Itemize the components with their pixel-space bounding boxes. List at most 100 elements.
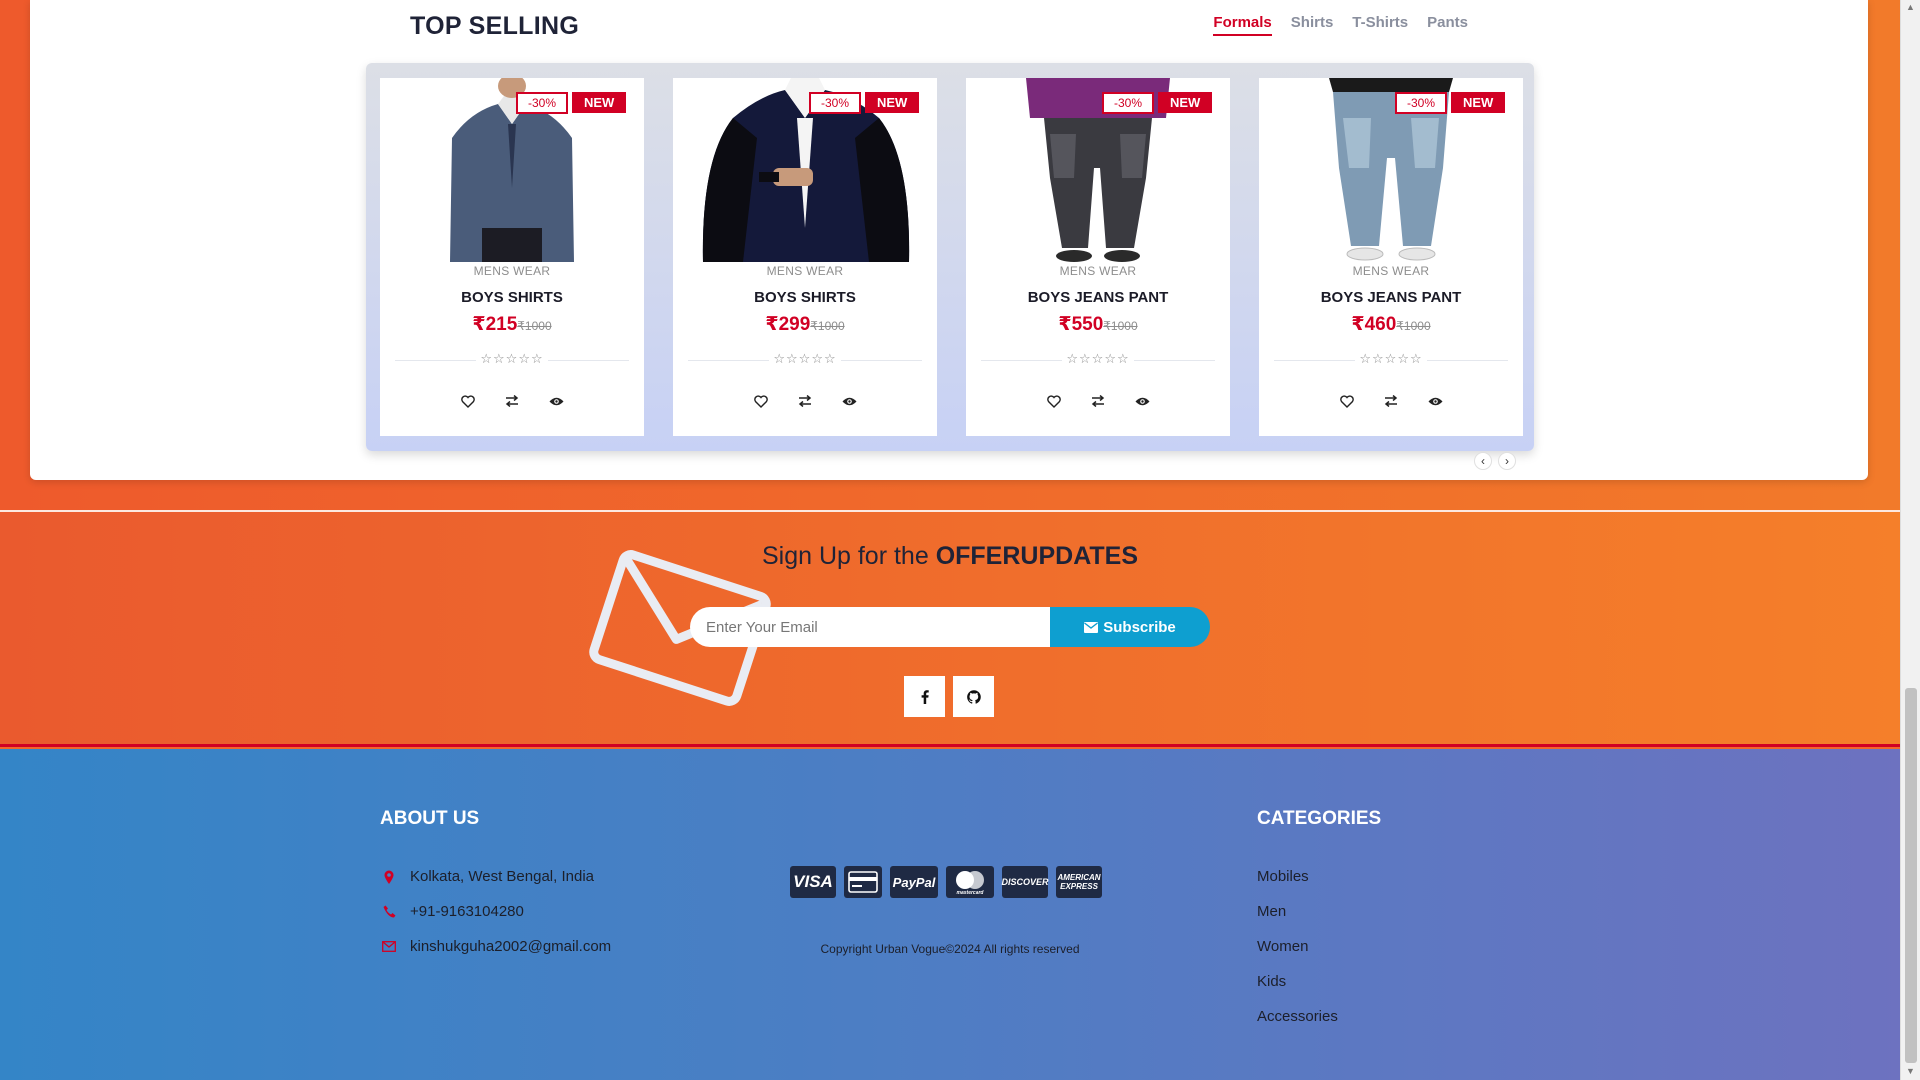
current-price: ₹299	[765, 314, 811, 335]
category-link-women[interactable]: Women	[1257, 929, 1338, 964]
product-image[interactable]: -30% NEW	[380, 78, 644, 262]
product-name[interactable]: BOYS JEANS PANT	[966, 289, 1230, 306]
product-category: MENS WEAR	[1352, 264, 1430, 278]
quick-view-eye-icon[interactable]	[1133, 392, 1151, 410]
american-express-icon: AMERICAN EXPRESS	[1056, 866, 1102, 898]
phone-icon	[380, 905, 398, 918]
new-badge: NEW	[865, 92, 920, 113]
svg-text:mastercard: mastercard	[957, 890, 985, 896]
product-price: ₹460₹1000	[1259, 313, 1523, 336]
new-badge: NEW	[1451, 92, 1506, 113]
site-footer: ABOUT US Kolkata, West Bengal, India +91…	[0, 749, 1900, 1080]
social-links	[904, 676, 994, 717]
product-name[interactable]: BOYS JEANS PANT	[1259, 289, 1523, 306]
product-price: ₹215₹1000	[380, 313, 644, 336]
paypal-icon: PayPal	[890, 866, 938, 898]
old-price: ₹1000	[810, 319, 845, 333]
product-actions	[673, 392, 937, 410]
email-input[interactable]	[690, 607, 1050, 647]
product-category: MENS WEAR	[1059, 264, 1137, 278]
old-price: ₹1000	[1103, 319, 1138, 333]
tab-pants[interactable]: Pants	[1427, 14, 1468, 36]
category-link-kids[interactable]: Kids	[1257, 964, 1338, 999]
contact-email[interactable]: kinshukguha2002@gmail.com	[380, 929, 611, 964]
product-actions	[1259, 392, 1523, 410]
facebook-icon[interactable]	[904, 676, 945, 717]
carousel-prev-button[interactable]: ‹	[1474, 452, 1492, 470]
tab-t-shirts[interactable]: T-Shirts	[1352, 14, 1408, 36]
product-card[interactable]: -30% NEW MENS WEAR BOYS JEANS PANT ₹550₹…	[966, 78, 1230, 436]
product-card[interactable]: -30% NEW MENS WEAR BOYS SHIRTS ₹299₹1000…	[673, 78, 937, 436]
category-link-accessories[interactable]: Accessories	[1257, 999, 1338, 1034]
newsletter-form: Subscribe	[690, 607, 1210, 647]
product-card[interactable]: -30% NEW MENS WEAR BOYS JEANS PANT ₹460₹…	[1259, 78, 1523, 436]
discount-badge: -30%	[809, 92, 862, 114]
wishlist-heart-icon[interactable]	[752, 392, 770, 410]
copyright-text: Copyright Urban Vogue©2024 All rights re…	[820, 942, 1080, 956]
quick-view-eye-icon[interactable]	[547, 392, 565, 410]
product-actions	[966, 392, 1230, 410]
product-name[interactable]: BOYS SHIRTS	[673, 289, 937, 306]
new-badge: NEW	[1158, 92, 1213, 113]
rating-stars: ☆☆☆☆☆	[673, 351, 937, 367]
contact-address: Kolkata, West Bengal, India	[380, 859, 611, 894]
newsletter-title: Sign Up for the OFFERUPDATES	[761, 542, 1139, 570]
discover-icon: DISCOVER	[1002, 866, 1049, 898]
envelope-small-icon	[1084, 621, 1099, 633]
page-scrollbar[interactable]: ▲ ▼	[1900, 0, 1920, 1080]
product-carousel: -30% NEW MENS WEAR BOYS SHIRTS ₹215₹1000…	[366, 63, 1534, 451]
compare-arrows-icon[interactable]	[1382, 392, 1400, 410]
quick-view-eye-icon[interactable]	[1426, 392, 1444, 410]
current-price: ₹550	[1058, 314, 1104, 335]
wishlist-heart-icon[interactable]	[1045, 392, 1063, 410]
discount-badge: -30%	[1102, 92, 1155, 114]
github-icon[interactable]	[953, 676, 994, 717]
newsletter-section: Sign Up for the OFFERUPDATES Subscribe	[0, 512, 1900, 747]
category-link-mobiles[interactable]: Mobiles	[1257, 859, 1338, 894]
compare-arrows-icon[interactable]	[796, 392, 814, 410]
carousel-next-button[interactable]: ›	[1498, 452, 1516, 470]
compare-arrows-icon[interactable]	[503, 392, 521, 410]
contact-phone[interactable]: +91-9163104280	[380, 894, 611, 929]
mail-icon	[380, 941, 398, 952]
categories-list: Mobiles Men Women Kids Accessories	[1257, 859, 1338, 1034]
discount-badge: -30%	[516, 92, 569, 114]
credit-card-icon	[844, 866, 882, 898]
scroll-up-arrow-icon[interactable]: ▲	[1906, 2, 1915, 12]
product-price: ₹550₹1000	[966, 313, 1230, 336]
product-category: MENS WEAR	[766, 264, 844, 278]
compare-arrows-icon[interactable]	[1089, 392, 1107, 410]
product-name[interactable]: BOYS SHIRTS	[380, 289, 644, 306]
rating-stars: ☆☆☆☆☆	[1259, 351, 1523, 367]
rating-stars: ☆☆☆☆☆	[380, 351, 644, 367]
about-us-heading: ABOUT US	[380, 808, 480, 829]
wishlist-heart-icon[interactable]	[1338, 392, 1356, 410]
current-price: ₹215	[472, 314, 518, 335]
product-image[interactable]: -30% NEW	[1259, 78, 1523, 262]
tab-formals[interactable]: Formals	[1213, 14, 1272, 36]
product-image[interactable]: -30% NEW	[966, 78, 1230, 262]
product-price: ₹299₹1000	[673, 313, 937, 336]
product-card[interactable]: -30% NEW MENS WEAR BOYS SHIRTS ₹215₹1000…	[380, 78, 644, 436]
scroll-down-arrow-icon[interactable]: ▼	[1906, 1066, 1915, 1076]
section-title: TOP SELLING	[410, 12, 580, 40]
map-pin-icon	[380, 870, 398, 884]
contact-list: Kolkata, West Bengal, India +91-91631042…	[380, 859, 611, 964]
mastercard-icon: mastercard	[946, 866, 994, 898]
old-price: ₹1000	[517, 319, 552, 333]
quick-view-eye-icon[interactable]	[840, 392, 858, 410]
carousel-nav: ‹ ›	[1474, 452, 1516, 470]
visa-icon: VISA	[790, 866, 836, 898]
payment-methods: VISA PayPal mastercard DISCOVER AMERICAN…	[790, 866, 1102, 898]
category-link-men[interactable]: Men	[1257, 894, 1338, 929]
subscribe-button[interactable]: Subscribe	[1050, 607, 1210, 647]
categories-heading: CATEGORIES	[1257, 808, 1382, 829]
new-badge: NEW	[572, 92, 627, 113]
old-price: ₹1000	[1396, 319, 1431, 333]
product-image[interactable]: -30% NEW	[673, 78, 937, 262]
tab-shirts[interactable]: Shirts	[1291, 14, 1334, 36]
product-actions	[380, 392, 644, 410]
wishlist-heart-icon[interactable]	[459, 392, 477, 410]
product-category: MENS WEAR	[473, 264, 551, 278]
scrollbar-thumb[interactable]	[1905, 688, 1917, 1063]
